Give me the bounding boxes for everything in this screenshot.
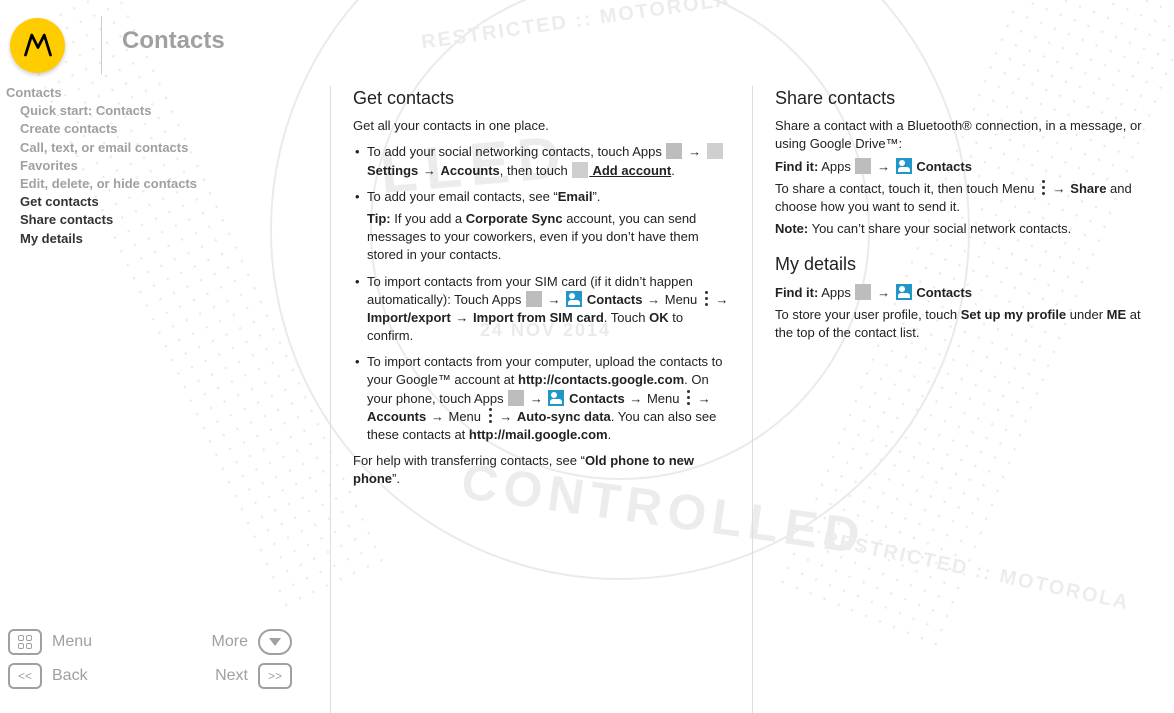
menu-dots-icon xyxy=(701,291,711,307)
header: Contacts xyxy=(0,0,1174,78)
motorola-m-icon xyxy=(23,30,53,60)
heading-share-contacts: Share contacts xyxy=(775,86,1152,111)
more-label: More xyxy=(212,633,248,651)
contacts-icon xyxy=(548,390,564,406)
motorola-logo xyxy=(10,18,65,73)
apps-icon xyxy=(855,158,871,174)
toc-item-6[interactable]: Share contacts xyxy=(6,211,330,229)
findit-details: Find it: Apps → Contacts xyxy=(775,284,1152,302)
toc-root[interactable]: Contacts xyxy=(6,84,330,102)
bottom-nav: Menu More << Back Next >> xyxy=(6,625,330,713)
menu-dots-icon xyxy=(485,408,495,424)
outro-text: For help with transferring contacts, see… xyxy=(353,452,730,488)
menu-dots-icon xyxy=(1038,180,1048,196)
share-note: Note: You can’t share your social networ… xyxy=(775,220,1152,238)
back-button[interactable]: << Back xyxy=(8,663,88,689)
share-steps: To share a contact, touch it, then touch… xyxy=(775,180,1152,216)
apps-icon xyxy=(526,291,542,307)
page-body: Contacts Quick start: Contacts Create co… xyxy=(0,78,1174,713)
bullet-email: To add your email contacts, see “Email”.… xyxy=(353,188,730,265)
heading-get-contacts: Get contacts xyxy=(353,86,730,111)
menu-dots-icon xyxy=(683,390,693,406)
apps-icon xyxy=(666,143,682,159)
menu-button[interactable]: Menu xyxy=(8,629,92,655)
contacts-icon xyxy=(566,291,582,307)
details-text: To store your user profile, touch Set up… xyxy=(775,306,1152,342)
toc-item-7[interactable]: My details xyxy=(6,230,330,248)
menu-label: Menu xyxy=(52,633,92,651)
toc-item-3[interactable]: Favorites xyxy=(6,157,330,175)
next-label: Next xyxy=(215,667,248,685)
next-button[interactable]: Next >> xyxy=(215,663,292,689)
sidebar: Contacts Quick start: Contacts Create co… xyxy=(0,78,330,713)
back-icon: << xyxy=(8,663,42,689)
menu-grid-icon xyxy=(8,629,42,655)
next-icon: >> xyxy=(258,663,292,689)
bullet-computer: To import contacts from your computer, u… xyxy=(353,353,730,444)
add-account-icon xyxy=(572,162,588,178)
more-down-icon xyxy=(258,629,292,655)
intro-text: Get all your contacts in one place. xyxy=(353,117,730,135)
apps-icon xyxy=(855,284,871,300)
content: Get contacts Get all your contacts in on… xyxy=(330,78,1174,713)
contacts-icon xyxy=(896,158,912,174)
findit-share: Find it: Apps → Contacts xyxy=(775,158,1152,176)
column-get-contacts: Get contacts Get all your contacts in on… xyxy=(330,86,752,713)
toc-item-4[interactable]: Edit, delete, or hide contacts xyxy=(6,175,330,193)
bullet-sim: To import contacts from your SIM card (i… xyxy=(353,273,730,346)
apps-icon xyxy=(508,390,524,406)
toc-item-2[interactable]: Call, text, or email contacts xyxy=(6,139,330,157)
page-title: Contacts xyxy=(122,27,225,55)
bullet-social: To add your social networking contacts, … xyxy=(353,143,730,179)
share-intro: Share a contact with a Bluetooth® connec… xyxy=(775,117,1152,153)
heading-my-details: My details xyxy=(775,252,1152,277)
toc-item-1[interactable]: Create contacts xyxy=(6,120,330,138)
settings-icon xyxy=(707,143,723,159)
contacts-icon xyxy=(896,284,912,300)
header-divider xyxy=(101,16,102,74)
toc-item-0[interactable]: Quick start: Contacts xyxy=(6,102,330,120)
toc-item-5[interactable]: Get contacts xyxy=(6,193,330,211)
column-share-details: Share contacts Share a contact with a Bl… xyxy=(752,86,1174,713)
more-button[interactable]: More xyxy=(212,629,292,655)
toc: Contacts Quick start: Contacts Create co… xyxy=(6,84,330,625)
back-label: Back xyxy=(52,667,88,685)
